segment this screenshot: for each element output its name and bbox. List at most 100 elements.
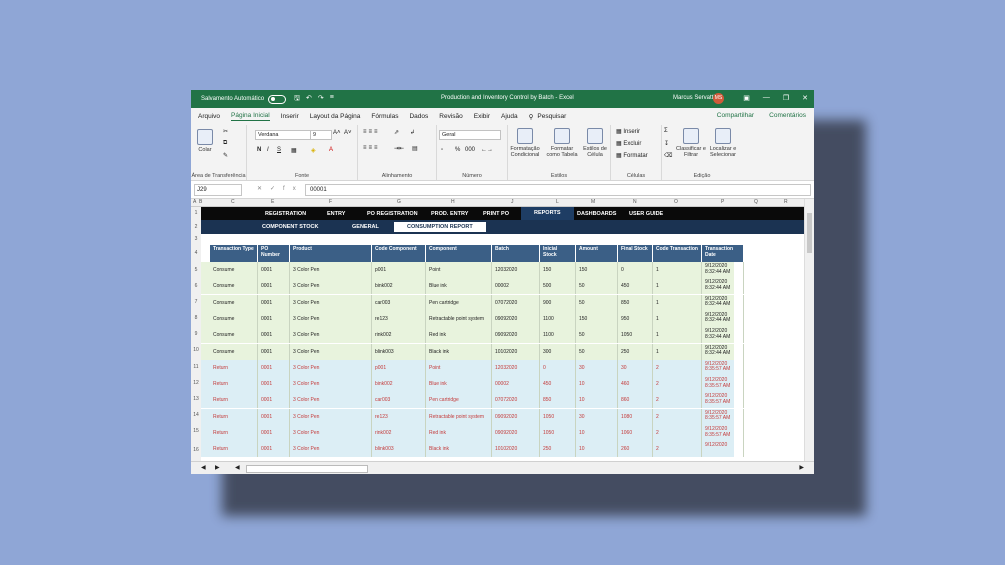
tab-inserir[interactable]: Inserir [281, 113, 299, 120]
tab-layout[interactable]: Layout da Página [310, 113, 361, 120]
tab-formulas[interactable]: Fórmulas [371, 113, 398, 120]
sheet-next-icon[interactable]: ▶ [215, 464, 220, 471]
cell-tcode[interactable]: 2 [653, 359, 702, 376]
cell-product[interactable]: 3 Color Pen [290, 359, 372, 376]
column-header[interactable]: Q [754, 199, 758, 205]
table-header[interactable]: Inicial Stock [540, 245, 576, 262]
row-header[interactable]: 7 [191, 294, 201, 310]
column-header[interactable]: F [329, 199, 332, 205]
cell-po[interactable]: 0001 [258, 343, 290, 360]
sheet-prev-icon[interactable]: ◀ [201, 464, 206, 471]
formula-input[interactable]: 00001 [305, 184, 811, 196]
nav-dashboards[interactable]: DASHBOARDS [577, 211, 616, 217]
redo-icon[interactable]: ↷ [318, 94, 324, 105]
cell-component[interactable]: Retractable point system [426, 408, 492, 425]
subnav-consumption-report[interactable]: CONSUMPTION REPORT [394, 222, 486, 232]
cell-code[interactable]: car003 [372, 392, 426, 409]
cell-tcode[interactable]: 2 [653, 392, 702, 409]
nav-registration[interactable]: REGISTRATION [265, 211, 306, 217]
tab-ajuda[interactable]: Ajuda [501, 113, 518, 120]
copy-icon[interactable]: ⧉ [223, 140, 227, 147]
name-box[interactable]: J29 [194, 184, 242, 196]
cell-batch[interactable]: 09092020 [492, 408, 540, 425]
column-header[interactable]: R [784, 199, 788, 205]
cell-date[interactable]: 9/12/2020 8:32:44 AM [702, 343, 744, 360]
autosum-icon[interactable]: Σ [664, 128, 668, 134]
cell-code[interactable]: p001 [372, 262, 426, 278]
format-as-table-button[interactable]: Formatar como Tabela [544, 128, 580, 158]
tab-revisao[interactable]: Revisão [439, 113, 462, 120]
cell-initial[interactable]: 1050 [540, 425, 576, 441]
cell-amount[interactable]: 150 [576, 310, 618, 327]
cell-final[interactable]: 250 [618, 343, 653, 360]
cell-date[interactable]: 9/12/2020 8:35:57 AM [702, 392, 744, 409]
currency-icon[interactable]: ▫ [441, 147, 443, 153]
cell-code[interactable]: bink002 [372, 376, 426, 393]
cell-type[interactable]: Return [210, 425, 258, 441]
formula-icons[interactable]: ✕✓fx [257, 185, 304, 192]
format-cells-button[interactable]: ▦ Formatar [616, 152, 648, 159]
cell-date[interactable]: 9/12/2020 8:32:44 AM [702, 294, 744, 311]
share-button[interactable]: Compartilhar [717, 112, 754, 119]
cell-date[interactable]: 9/12/2020 8:35:57 AM [702, 376, 744, 393]
column-header[interactable]: G [397, 199, 401, 205]
column-header[interactable]: P [721, 199, 724, 205]
tab-pagina-inicial[interactable]: Página Inicial [231, 112, 270, 121]
table-row[interactable]: Return 0001 3 Color Pen rink002 Red ink 09092… [201, 425, 744, 441]
cell-component[interactable]: Retractable point system [426, 310, 492, 327]
cell-batch[interactable]: 00002 [492, 278, 540, 295]
row-header[interactable]: 2 [191, 220, 201, 234]
cell-batch[interactable]: 09092020 [492, 425, 540, 441]
row-header[interactable]: 9 [191, 326, 201, 342]
row-header[interactable]: 10 [191, 342, 201, 359]
table-row[interactable]: Consume 0001 3 Color Pen bink002 Blue ink 000… [201, 278, 744, 295]
avatar[interactable]: MS [713, 93, 724, 104]
comma-style-icon[interactable]: 000 [465, 147, 475, 153]
cell-type[interactable]: Consume [210, 262, 258, 278]
cell-po[interactable]: 0001 [258, 408, 290, 425]
cell-tcode[interactable]: 1 [653, 262, 702, 278]
cell-product[interactable]: 3 Color Pen [290, 392, 372, 409]
cell-amount[interactable]: 10 [576, 392, 618, 409]
decimal-icons[interactable]: ←→ [481, 147, 493, 153]
cell-type[interactable]: Return [210, 408, 258, 425]
cell-amount[interactable]: 150 [576, 262, 618, 278]
row-header[interactable]: 6 [191, 278, 201, 294]
cell-po[interactable]: 0001 [258, 376, 290, 393]
horizontal-scrollbar[interactable] [246, 465, 368, 473]
cut-icon[interactable]: ✂ [223, 128, 228, 135]
cell-code[interactable]: car003 [372, 294, 426, 311]
save-icon[interactable]: 🖫 [294, 94, 300, 105]
cell-initial[interactable]: 150 [540, 262, 576, 278]
cell-code[interactable]: bink002 [372, 278, 426, 295]
cell-code[interactable]: re123 [372, 310, 426, 327]
cell-type[interactable]: Return [210, 376, 258, 393]
nav-print-po[interactable]: PRINT PO [483, 211, 509, 217]
cell-initial[interactable]: 300 [540, 343, 576, 360]
column-header[interactable]: E [271, 199, 274, 205]
cell-final[interactable]: 30 [618, 359, 653, 376]
cell-component[interactable]: Pen cartridge [426, 294, 492, 311]
cell-product[interactable]: 3 Color Pen [290, 327, 372, 344]
cell-initial[interactable]: 0 [540, 359, 576, 376]
row-header[interactable]: 16 [191, 439, 201, 461]
cell-batch[interactable]: 12032020 [492, 262, 540, 278]
row-header[interactable]: 11 [191, 359, 201, 375]
font-color-icon[interactable]: A [329, 147, 333, 153]
conditional-formatting-button[interactable]: Formatação Condicional [508, 128, 542, 158]
cell-po[interactable]: 0001 [258, 425, 290, 441]
cell-date[interactable]: 9/12/2020 [702, 441, 744, 458]
table-row[interactable]: Return 0001 3 Color Pen blink003 Black ink 10… [201, 441, 744, 458]
cell-product[interactable]: 3 Color Pen [290, 278, 372, 295]
cell-date[interactable]: 9/12/2020 8:35:57 AM [702, 359, 744, 376]
bold-button[interactable]: N [257, 147, 261, 153]
horizontal-align-icons[interactable]: ≡≡≡ [363, 145, 380, 151]
table-row[interactable]: Return 0001 3 Color Pen re123 Retractable po… [201, 408, 744, 425]
subnav-general[interactable]: GENERAL [352, 224, 379, 230]
font-size-select[interactable]: 9 [310, 130, 332, 140]
cell-product[interactable]: 3 Color Pen [290, 441, 372, 458]
grow-font-icon[interactable]: A˄ [333, 130, 341, 136]
cell-tcode[interactable]: 2 [653, 376, 702, 393]
table-row[interactable]: Return 0001 3 Color Pen car003 Pen cartridge… [201, 392, 744, 409]
cell-final[interactable]: 260 [618, 441, 653, 458]
